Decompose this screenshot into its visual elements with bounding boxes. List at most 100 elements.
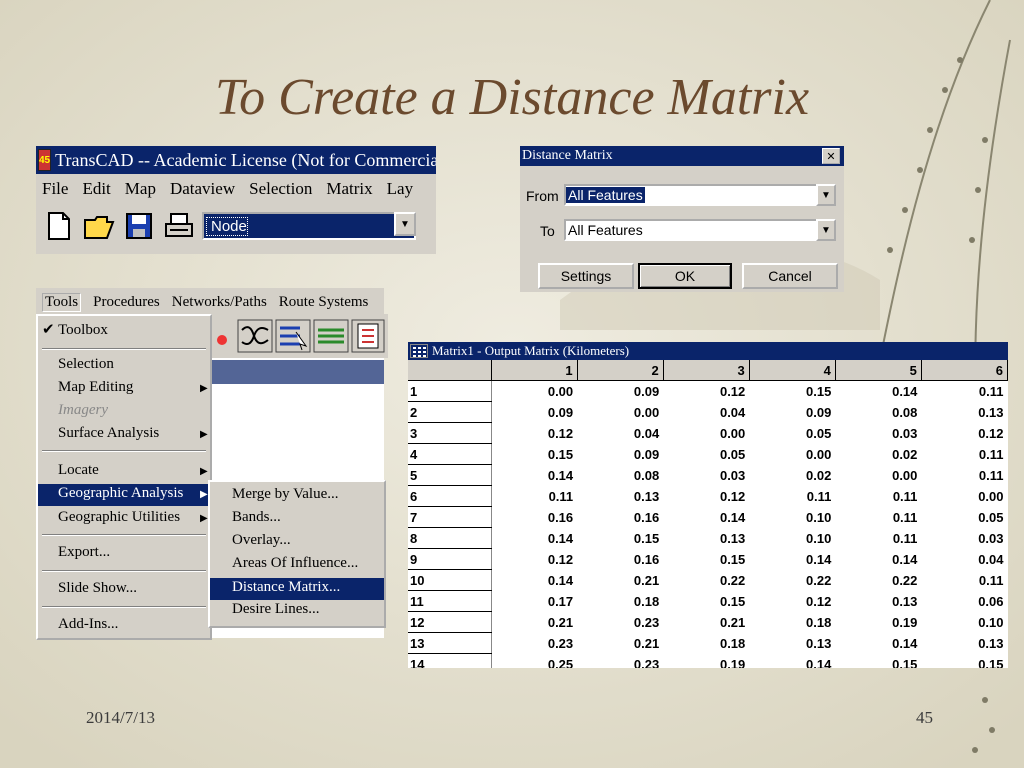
menu-item-add-ins[interactable]: Add-Ins... <box>58 616 118 633</box>
matrix-cell[interactable]: 0.16 <box>577 549 663 570</box>
matrix-cell[interactable]: 0.13 <box>921 402 1007 423</box>
matrix-cell[interactable]: 0.00 <box>663 423 749 444</box>
matrix-cell[interactable]: 0.16 <box>577 507 663 528</box>
menu-item-toolbox[interactable]: ✔ Toolbox <box>42 320 108 339</box>
matrix-cell[interactable]: 0.09 <box>491 402 577 423</box>
matrix-cell[interactable]: 0.04 <box>577 423 663 444</box>
to-dropdown[interactable]: All Features ▼ <box>564 219 836 241</box>
matrix-cell[interactable]: 0.11 <box>835 507 921 528</box>
menu-item-geographic-utilities[interactable]: Geographic Utilities <box>58 509 180 526</box>
table-row[interactable]: 3 0.12 0.04 0.00 0.05 0.03 0.12 <box>408 422 1008 444</box>
matrix-cell[interactable]: 0.11 <box>835 486 921 507</box>
matrix-cell[interactable]: 0.02 <box>835 444 921 465</box>
matrix-cell[interactable]: 0.05 <box>663 444 749 465</box>
row-header[interactable]: 14 <box>408 653 492 668</box>
matrix-cell[interactable]: 0.16 <box>491 507 577 528</box>
matrix-cell[interactable]: 0.02 <box>749 465 835 486</box>
submenu-item-areas-of-influence[interactable]: Areas Of Influence... <box>232 555 358 572</box>
cancel-button[interactable]: Cancel <box>742 263 838 289</box>
matrix-cell[interactable]: 0.21 <box>577 570 663 591</box>
submenu-item-merge-by-value[interactable]: Merge by Value... <box>232 486 339 503</box>
matrix-cell[interactable]: 0.15 <box>663 591 749 612</box>
menu-item-locate[interactable]: Locate <box>58 462 99 479</box>
row-header[interactable]: 2 <box>408 401 492 423</box>
table-row[interactable]: 7 0.16 0.16 0.14 0.10 0.11 0.05 <box>408 506 1008 528</box>
matrix-cell[interactable]: 0.13 <box>749 633 835 654</box>
submenu-item-bands[interactable]: Bands... <box>232 509 281 526</box>
matrix-cell[interactable]: 0.15 <box>491 444 577 465</box>
menu-layout[interactable]: Lay <box>387 179 413 199</box>
menu-route-systems[interactable]: Route Systems <box>279 294 369 311</box>
submenu-item-desire-lines[interactable]: Desire Lines... <box>232 601 319 618</box>
menu-item-map-editing[interactable]: Map Editing <box>58 379 133 396</box>
menu-item-selection[interactable]: Selection <box>58 356 114 373</box>
row-header[interactable]: 3 <box>408 422 492 444</box>
submenu-item-distance-matrix[interactable]: Distance Matrix... <box>210 578 384 600</box>
matrix-cell[interactable]: 0.15 <box>577 528 663 549</box>
row-header[interactable]: 5 <box>408 464 492 486</box>
menu-item-slide-show[interactable]: Slide Show... <box>58 580 137 597</box>
column-header[interactable]: 1 <box>491 360 578 381</box>
matrix-cell[interactable]: 0.18 <box>663 633 749 654</box>
column-header[interactable]: 3 <box>663 360 750 381</box>
matrix-cell[interactable]: 0.12 <box>491 423 577 444</box>
matrix-cell[interactable]: 0.08 <box>835 402 921 423</box>
column-header[interactable]: 6 <box>921 360 1008 381</box>
chevron-down-icon[interactable]: ▼ <box>816 184 836 206</box>
open-folder-icon[interactable] <box>82 209 116 243</box>
matrix-cell[interactable]: 0.14 <box>663 507 749 528</box>
chevron-down-icon[interactable]: ▼ <box>816 219 836 241</box>
matrix-cell[interactable]: 0.10 <box>921 612 1007 633</box>
matrix-cell[interactable]: 0.00 <box>749 444 835 465</box>
menu-matrix[interactable]: Matrix <box>326 179 372 199</box>
matrix-cell[interactable]: 0.14 <box>835 633 921 654</box>
matrix-cell[interactable]: 0.05 <box>749 423 835 444</box>
table-row[interactable]: 4 0.15 0.09 0.05 0.00 0.02 0.11 <box>408 443 1008 465</box>
table-row[interactable]: 13 0.23 0.21 0.18 0.13 0.14 0.13 <box>408 632 1008 654</box>
table-row[interactable]: 5 0.14 0.08 0.03 0.02 0.00 0.11 <box>408 464 1008 486</box>
matrix-cell[interactable]: 0.11 <box>921 381 1007 402</box>
column-header[interactable]: 2 <box>577 360 664 381</box>
matrix-cell[interactable]: 0.23 <box>491 633 577 654</box>
table-row[interactable]: 12 0.21 0.23 0.21 0.18 0.19 0.10 <box>408 611 1008 633</box>
column-header[interactable]: 4 <box>749 360 836 381</box>
settings-button[interactable]: Settings <box>538 263 634 289</box>
matrix-cell[interactable]: 0.11 <box>921 444 1007 465</box>
save-icon[interactable] <box>122 209 156 243</box>
matrix-cell[interactable]: 0.15 <box>921 654 1007 669</box>
matrix-cell[interactable]: 0.12 <box>663 486 749 507</box>
chevron-down-icon[interactable]: ▼ <box>394 212 416 236</box>
matrix-cell[interactable]: 0.14 <box>835 381 921 402</box>
matrix-cell[interactable]: 0.15 <box>835 654 921 669</box>
matrix-cell[interactable]: 0.11 <box>749 486 835 507</box>
matrix-cell[interactable]: 0.00 <box>921 486 1007 507</box>
matrix-cell[interactable]: 0.14 <box>491 465 577 486</box>
menu-file[interactable]: File <box>42 179 68 199</box>
menu-selection[interactable]: Selection <box>249 179 312 199</box>
menu-procedures[interactable]: Procedures <box>93 294 160 311</box>
matrix-cell[interactable]: 0.12 <box>663 381 749 402</box>
matrix-cell[interactable]: 0.23 <box>577 612 663 633</box>
matrix-cell[interactable]: 0.14 <box>491 570 577 591</box>
submenu-item-overlay[interactable]: Overlay... <box>232 532 291 549</box>
matrix-cell[interactable]: 0.12 <box>491 549 577 570</box>
print-icon[interactable] <box>162 209 196 243</box>
matrix-cell[interactable]: 0.14 <box>749 654 835 669</box>
matrix-cell[interactable]: 0.12 <box>749 591 835 612</box>
matrix-cell[interactable]: 0.18 <box>577 591 663 612</box>
matrix-cell[interactable]: 0.09 <box>577 381 663 402</box>
matrix-cell[interactable]: 0.06 <box>921 591 1007 612</box>
matrix-cell[interactable]: 0.21 <box>663 612 749 633</box>
matrix-cell[interactable]: 0.11 <box>491 486 577 507</box>
matrix-cell[interactable]: 0.21 <box>491 612 577 633</box>
matrix-cell[interactable]: 0.12 <box>921 423 1007 444</box>
matrix-cell[interactable]: 0.00 <box>577 402 663 423</box>
matrix-cell[interactable]: 0.14 <box>835 549 921 570</box>
row-header[interactable]: 9 <box>408 548 492 570</box>
matrix-cell[interactable]: 0.25 <box>491 654 577 669</box>
ok-button[interactable]: OK <box>638 263 732 289</box>
matrix-cell[interactable]: 0.17 <box>491 591 577 612</box>
layer-dropdown[interactable]: Node ▼ <box>202 212 416 240</box>
table-row[interactable]: 6 0.11 0.13 0.12 0.11 0.11 0.00 <box>408 485 1008 507</box>
matrix-cell[interactable]: 0.22 <box>749 570 835 591</box>
